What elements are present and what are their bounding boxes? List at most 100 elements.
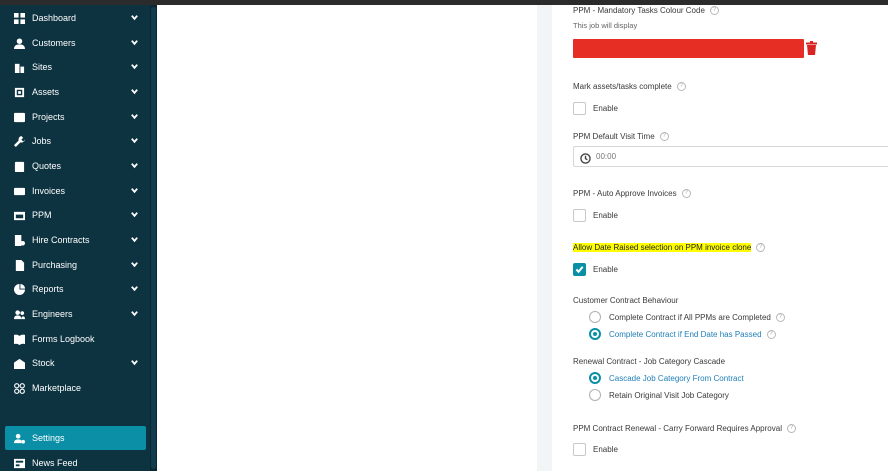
clipboard-icon <box>13 160 25 172</box>
sidebar-item-label: Sites <box>32 62 53 72</box>
grid-icon <box>13 382 25 394</box>
user-icon <box>13 37 25 49</box>
sidebar-item-jobs[interactable]: Jobs <box>0 129 150 153</box>
auto-approve-title: PPM - Auto Approve Invoices? <box>573 189 691 199</box>
sidebar-item-invoices[interactable]: Invoices <box>0 179 150 203</box>
chevron-down-icon <box>130 309 140 319</box>
asset-icon <box>13 86 25 98</box>
sidebar-item-ppm[interactable]: PPM <box>0 203 150 227</box>
sidebar: Dashboard Customers Sites Assets Project… <box>0 5 157 471</box>
renewal-cascade-title: Renewal Contract - Job Category Cascade <box>573 357 726 366</box>
sidebar-item-label: Engineers <box>32 309 73 319</box>
chevron-down-icon <box>130 161 140 171</box>
sidebar-item-projects[interactable]: Projects <box>0 105 150 129</box>
default-visit-time-field[interactable] <box>573 146 888 167</box>
book-icon <box>13 333 25 345</box>
colour-code-title: PPM - Mandatory Tasks Colour Code? <box>573 6 719 16</box>
help-icon[interactable]: ? <box>756 243 766 253</box>
sidebar-item-settings[interactable]: Settings <box>5 426 146 450</box>
help-icon[interactable]: ? <box>681 189 691 199</box>
sidebar-item-label: Forms Logbook <box>32 334 95 344</box>
sidebar-item-label: Invoices <box>32 186 66 196</box>
sidebar-item-label: Dashboard <box>32 13 77 23</box>
renewal-cascade-radio-cascade[interactable] <box>589 372 601 384</box>
help-icon[interactable]: ? <box>676 82 686 92</box>
user-settings-icon <box>13 432 25 444</box>
chevron-down-icon <box>130 210 140 220</box>
contract-behaviour-title: Customer Contract Behaviour <box>573 296 679 305</box>
sidebar-scrollbar[interactable] <box>150 5 157 471</box>
sidebar-item-purchasing[interactable]: Purchasing <box>0 253 150 277</box>
wrench-icon <box>13 135 25 147</box>
colour-swatch[interactable] <box>573 39 804 58</box>
sidebar-item-label: Hire Contracts <box>32 235 90 245</box>
chevron-down-icon <box>130 186 140 196</box>
sidebar-item-dashboard[interactable]: Dashboard <box>0 6 150 30</box>
colour-code-subtitle: This job will display <box>573 21 638 30</box>
sidebar-item-label: Jobs <box>32 136 52 146</box>
sidebar-item-label: PPM <box>32 210 52 220</box>
sidebar-scrollbar-thumb[interactable] <box>151 7 156 469</box>
sidebar-item-hire-contracts[interactable]: Hire Contracts <box>0 228 150 252</box>
sidebar-item-label: Reports <box>32 284 64 294</box>
allow-date-raised-enable-label: Enable <box>593 265 618 274</box>
chevron-down-icon <box>130 13 140 23</box>
building-icon <box>13 61 25 73</box>
renewal-cascade-option-label: Retain Original Visit Job Category <box>609 391 729 400</box>
chevron-down-icon <box>130 358 140 368</box>
sidebar-item-assets[interactable]: Assets <box>0 80 150 104</box>
invoice-icon <box>13 185 25 197</box>
renewal-cascade-radio-retain[interactable] <box>589 389 601 401</box>
sidebar-item-label: Purchasing <box>32 260 78 270</box>
sidebar-item-label: Customers <box>32 38 76 48</box>
mark-complete-checkbox[interactable] <box>573 102 586 115</box>
contract-behaviour-radio-ppms-completed[interactable] <box>589 311 601 323</box>
settings-panel <box>552 5 888 471</box>
help-icon[interactable]: ? <box>775 313 785 323</box>
news-icon <box>13 457 25 469</box>
sidebar-item-reports[interactable]: Reports <box>0 277 150 301</box>
chevron-down-icon <box>130 136 140 146</box>
auto-approve-checkbox[interactable] <box>573 209 586 222</box>
chevron-down-icon <box>130 235 140 245</box>
help-icon[interactable]: ? <box>766 330 776 340</box>
chevron-down-icon <box>130 62 140 72</box>
chevron-down-icon <box>130 112 140 122</box>
help-icon[interactable]: ? <box>659 132 669 142</box>
chevron-down-icon <box>130 38 140 48</box>
help-icon[interactable]: ? <box>709 6 719 16</box>
sidebar-item-news-feed[interactable]: News Feed <box>0 451 150 471</box>
sidebar-item-label: Marketplace <box>32 383 82 393</box>
sidebar-item-customers[interactable]: Customers <box>0 31 150 55</box>
renewal-cascade-option-label: Cascade Job Category From Contract <box>609 374 744 383</box>
stock-icon <box>13 357 25 369</box>
allow-date-raised-checkbox[interactable] <box>573 263 586 276</box>
carry-forward-title: PPM Contract Renewal - Carry Forward Req… <box>573 424 796 434</box>
contract-behaviour-option-label: Complete Contract if All PPMs are Comple… <box>609 313 785 323</box>
sidebar-item-label: Stock <box>32 358 55 368</box>
default-visit-time-title: PPM Default Visit Time? <box>573 132 669 142</box>
sidebar-item-engineers[interactable]: Engineers <box>0 302 150 326</box>
sidebar-item-sites[interactable]: Sites <box>0 55 150 79</box>
contract-behaviour-radio-end-date[interactable] <box>589 328 601 340</box>
sidebar-item-label: Assets <box>32 87 60 97</box>
sidebar-item-quotes[interactable]: Quotes <box>0 154 150 178</box>
carry-forward-checkbox[interactable] <box>573 443 586 456</box>
sidebar-item-label: News Feed <box>32 458 78 468</box>
sidebar-item-marketplace[interactable]: Marketplace <box>0 376 150 400</box>
chevron-down-icon <box>130 260 140 270</box>
default-visit-time-input[interactable] <box>596 150 796 163</box>
help-icon[interactable]: ? <box>786 424 796 434</box>
sidebar-item-forms-logbook[interactable]: Forms Logbook <box>0 327 150 351</box>
projects-icon <box>13 111 25 123</box>
sidebar-item-stock[interactable]: Stock <box>0 351 150 375</box>
mark-complete-enable-label: Enable <box>593 104 618 113</box>
mark-complete-title: Mark assets/tasks complete? <box>573 82 686 92</box>
main-content-area <box>157 5 552 471</box>
sidebar-item-label: Settings <box>32 433 65 443</box>
sidebar-item-label: Projects <box>32 112 65 122</box>
trash-icon[interactable] <box>806 41 817 55</box>
hire-icon <box>13 234 25 246</box>
ppm-icon <box>13 209 25 221</box>
sidebar-item-label: Quotes <box>32 161 62 171</box>
